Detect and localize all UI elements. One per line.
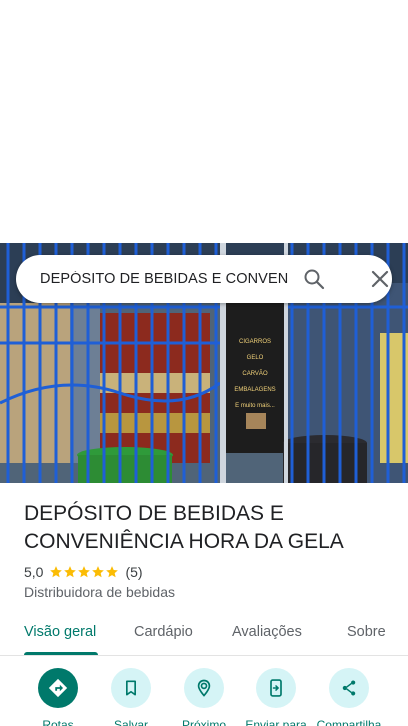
tab-bar: Visão geral Cardápio Avaliações Sobre bbox=[0, 612, 408, 656]
close-icon[interactable] bbox=[368, 267, 392, 291]
directions-icon bbox=[38, 668, 78, 708]
sign-line: EMBALAGENS bbox=[234, 387, 275, 393]
star-rating bbox=[49, 565, 119, 579]
send-to-phone-icon bbox=[256, 668, 296, 708]
search-input[interactable]: DEPÓSITO DE BEBIDAS E CONVENIÊNCIA HORA … bbox=[40, 271, 288, 287]
save-button[interactable]: Salvar bbox=[95, 668, 167, 726]
nearby-icon bbox=[184, 668, 224, 708]
star-icon bbox=[78, 566, 91, 578]
action-label: Próximo bbox=[181, 718, 226, 726]
action-bar: Rotas Salvar Próximo Enviar para Compart… bbox=[0, 668, 408, 726]
review-count[interactable]: (5) bbox=[125, 564, 142, 580]
bookmark-icon bbox=[111, 668, 151, 708]
star-icon bbox=[92, 566, 105, 578]
directions-button[interactable]: Rotas bbox=[22, 668, 94, 726]
tab-overview[interactable]: Visão geral bbox=[24, 624, 96, 640]
star-icon bbox=[106, 566, 119, 578]
action-label: Salvar bbox=[113, 718, 148, 726]
action-label: Enviar para bbox=[245, 718, 307, 726]
place-title: DEPÓSITO DE BEBIDAS E CONVENIÊNCIA HORA … bbox=[24, 502, 344, 553]
share-button[interactable]: Compartilha bbox=[313, 668, 385, 726]
rating-row[interactable]: 5,0 (5) bbox=[24, 564, 143, 580]
active-tab-indicator bbox=[24, 652, 98, 655]
map-area[interactable] bbox=[0, 0, 408, 243]
tab-reviews[interactable]: Avaliações bbox=[232, 624, 302, 640]
star-icon bbox=[64, 566, 77, 578]
nearby-button[interactable]: Próximo bbox=[168, 668, 240, 726]
tab-about[interactable]: Sobre bbox=[347, 624, 386, 640]
search-bar[interactable]: DEPÓSITO DE BEBIDAS E CONVENIÊNCIA HORA … bbox=[16, 255, 392, 303]
place-category[interactable]: Distribuidora de bebidas bbox=[24, 584, 175, 600]
search-icon[interactable] bbox=[302, 267, 326, 291]
sign-line: GELO bbox=[247, 355, 264, 361]
send-to-phone-button[interactable]: Enviar para bbox=[240, 668, 312, 726]
sign-line: CARVÃO bbox=[242, 370, 268, 377]
star-icon bbox=[50, 566, 63, 578]
sign-line: CIGARROS bbox=[239, 339, 271, 345]
sign-line: E muito mais... bbox=[235, 403, 275, 409]
share-icon bbox=[329, 668, 369, 708]
rating-value: 5,0 bbox=[24, 564, 44, 580]
tab-menu[interactable]: Cardápio bbox=[134, 624, 193, 640]
action-label: Rotas bbox=[42, 718, 74, 726]
action-label: Compartilha bbox=[316, 718, 382, 726]
